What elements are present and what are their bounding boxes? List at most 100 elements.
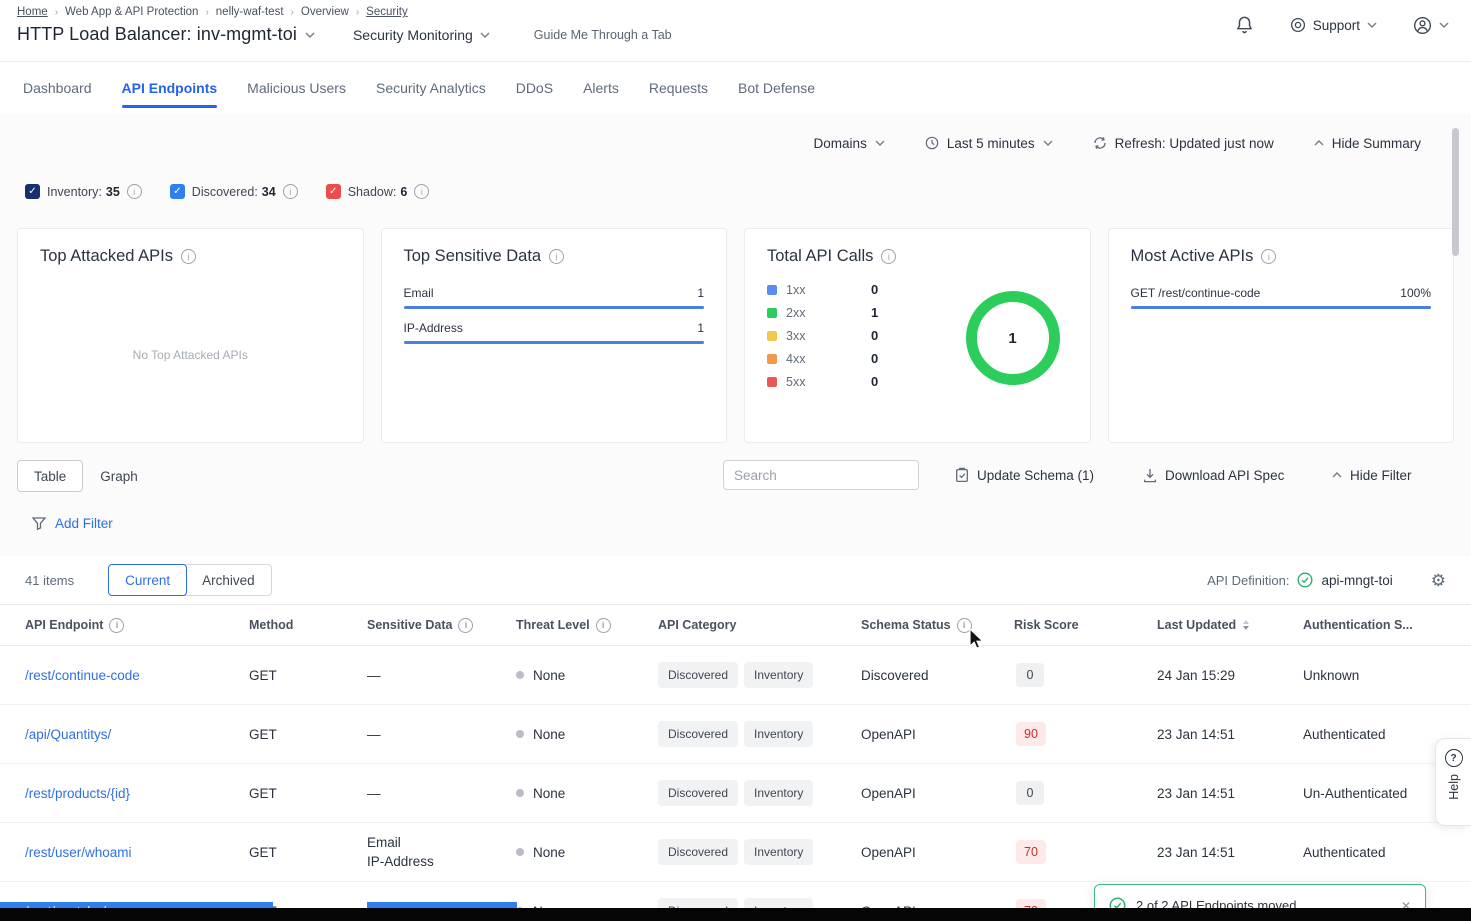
info-icon[interactable]: i	[957, 618, 972, 633]
api-endpoint-link[interactable]: /rest/products/{id}	[25, 786, 249, 801]
col-api-category[interactable]: API Category	[658, 618, 861, 632]
tab-ddos[interactable]: DDoS	[516, 62, 553, 114]
col-threat-level[interactable]: Threat Level i	[516, 618, 658, 633]
add-filter-button[interactable]: Add Filter	[32, 516, 113, 531]
filter-discovered[interactable]: ✓ Discovered: 34 i	[170, 184, 298, 199]
guide-link[interactable]: Guide Me Through a Tab	[534, 28, 672, 42]
domains-dropdown[interactable]: Domains	[814, 136, 885, 151]
checkbox-inventory[interactable]: ✓	[25, 184, 40, 199]
table-meta-row: 41 items Current Archived API Definition…	[0, 556, 1471, 604]
refresh-label: Refresh: Updated just now	[1115, 136, 1274, 151]
card-title: Top Attacked APIs	[40, 247, 173, 266]
table-row[interactable]: /rest/continue-code GET — None Discovere…	[0, 646, 1471, 705]
empty-state-text: No Top Attacked APIs	[18, 348, 363, 362]
tab-requests[interactable]: Requests	[649, 62, 708, 114]
breadcrumb: Home › Web App & API Protection › nelly-…	[17, 6, 408, 18]
hide-filter-button[interactable]: Hide Filter	[1332, 460, 1412, 490]
monitoring-dropdown[interactable]: Security Monitoring	[353, 27, 490, 43]
view-graph-button[interactable]: Graph	[83, 460, 155, 492]
app-root: Home › Web App & API Protection › nelly-…	[0, 0, 1471, 921]
col-method[interactable]: Method	[249, 618, 367, 632]
tab-security-analytics[interactable]: Security Analytics	[376, 62, 486, 114]
chevron-down-icon	[1367, 22, 1377, 28]
sensitive-data-cell: —	[367, 784, 516, 803]
bar-value: 1	[697, 321, 704, 335]
search-box	[723, 460, 919, 490]
col-api-endpoint[interactable]: API Endpoint i	[25, 618, 249, 633]
hide-filter-label: Hide Filter	[1350, 468, 1412, 483]
tab-malicious-users[interactable]: Malicious Users	[247, 62, 346, 114]
method-cell: GET	[249, 786, 367, 801]
view-table-button[interactable]: Table	[17, 460, 83, 492]
last-updated-cell: 24 Jan 15:29	[1157, 668, 1303, 683]
info-icon[interactable]: i	[549, 249, 564, 264]
table-row[interactable]: /rest/user/whoami GET Email IP-Address N…	[0, 823, 1471, 882]
legend-swatch	[767, 285, 777, 295]
api-endpoint-link[interactable]: /api/Quantitys/	[25, 727, 249, 742]
info-icon[interactable]: i	[109, 618, 124, 633]
col-schema-status[interactable]: Schema Status i	[861, 618, 1014, 633]
update-schema-button[interactable]: Update Schema (1)	[955, 460, 1094, 490]
info-icon[interactable]: i	[596, 618, 611, 633]
api-definition-value[interactable]: api-mngt-toi	[1321, 573, 1392, 588]
column-label: Authentication S...	[1303, 618, 1413, 632]
scrollbar-thumb[interactable]	[1452, 128, 1459, 256]
breadcrumb-security[interactable]: Security	[366, 6, 408, 18]
active-api-bar: GET /rest/continue-code 100%	[1131, 286, 1432, 309]
card-top-sensitive-data: Top Sensitive Data i Email 1 IP-Address …	[381, 228, 728, 443]
help-button[interactable]: ? Help	[1435, 738, 1471, 826]
breadcrumb-home[interactable]: Home	[17, 6, 48, 18]
table-row[interactable]: /api/Quantitys/ GET — None Discovered In…	[0, 705, 1471, 764]
threat-level-cell: None	[516, 727, 658, 742]
api-category-cell: Discovered Inventory	[658, 721, 861, 747]
col-last-updated[interactable]: Last Updated	[1157, 618, 1303, 632]
api-endpoint-link[interactable]: /rest/user/whoami	[25, 845, 249, 860]
breadcrumb-lb[interactable]: nelly-waf-test	[216, 6, 284, 18]
breadcrumb-waap[interactable]: Web App & API Protection	[65, 6, 198, 18]
gear-icon[interactable]: ⚙	[1431, 572, 1446, 589]
support-menu[interactable]: Support	[1290, 17, 1377, 33]
tab-alerts[interactable]: Alerts	[583, 62, 619, 114]
hide-summary-button[interactable]: Hide Summary	[1314, 136, 1421, 151]
info-icon[interactable]: i	[127, 184, 142, 199]
info-icon[interactable]: i	[283, 184, 298, 199]
time-range-dropdown[interactable]: Last 5 minutes	[925, 136, 1053, 151]
refresh-button[interactable]: Refresh: Updated just now	[1093, 136, 1274, 151]
col-sensitive-data[interactable]: Sensitive Data i	[367, 618, 516, 633]
info-icon[interactable]: i	[414, 184, 429, 199]
col-authentication[interactable]: Authentication S...	[1303, 618, 1446, 632]
info-icon[interactable]: i	[881, 249, 896, 264]
category-chip: Discovered	[658, 662, 738, 688]
tab-current[interactable]: Current	[108, 564, 187, 596]
info-icon[interactable]: i	[181, 249, 196, 264]
tab-archived[interactable]: Archived	[186, 565, 271, 595]
sort-icon[interactable]	[1242, 619, 1250, 631]
api-endpoint-link[interactable]: /rest/continue-code	[25, 668, 249, 683]
bar-label: GET /rest/continue-code	[1131, 286, 1261, 300]
account-menu[interactable]	[1413, 16, 1449, 35]
tab-api-endpoints[interactable]: API Endpoints	[122, 62, 218, 114]
filter-shadow[interactable]: ✓ Shadow: 6 i	[326, 184, 430, 199]
page-title: HTTP Load Balancer: inv-mgmt-toi	[17, 24, 297, 45]
tab-bot-defense[interactable]: Bot Defense	[738, 62, 815, 114]
filter-inventory[interactable]: ✓ Inventory: 35 i	[25, 184, 142, 199]
bar	[404, 306, 705, 309]
api-category-cell: Discovered Inventory	[658, 780, 861, 806]
tab-dashboard[interactable]: Dashboard	[23, 62, 92, 114]
notifications-bell-icon[interactable]	[1235, 15, 1254, 35]
chevron-down-icon	[480, 32, 490, 38]
checkbox-shadow[interactable]: ✓	[326, 184, 341, 199]
schema-status-cell: OpenAPI	[861, 786, 1014, 801]
info-icon[interactable]: i	[1261, 249, 1276, 264]
breadcrumb-overview[interactable]: Overview	[301, 6, 349, 18]
download-api-spec-button[interactable]: Download API Spec	[1143, 460, 1284, 490]
legend-swatch	[767, 331, 777, 341]
title-chevron-down-icon[interactable]	[305, 32, 315, 38]
table-row[interactable]: /rest/products/{id} GET — None Discovere…	[0, 764, 1471, 823]
checkbox-discovered[interactable]: ✓	[170, 184, 185, 199]
api-category-cell: Discovered Inventory	[658, 839, 861, 865]
search-input[interactable]	[723, 460, 919, 490]
info-icon[interactable]: i	[458, 618, 473, 633]
title-row: HTTP Load Balancer: inv-mgmt-toi Securit…	[17, 24, 672, 45]
col-risk-score[interactable]: Risk Score	[1014, 618, 1157, 632]
